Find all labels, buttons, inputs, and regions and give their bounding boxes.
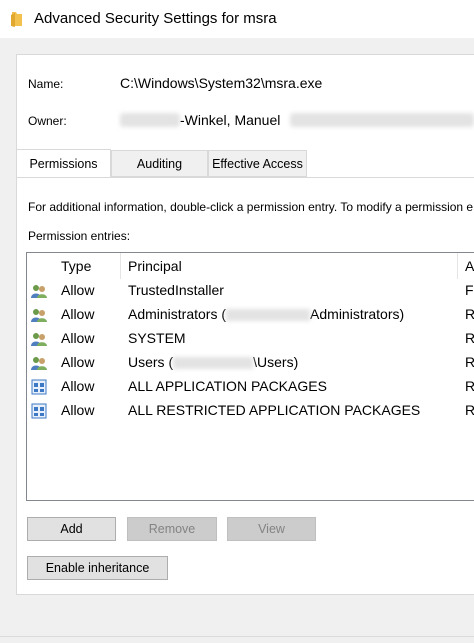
entry-type: Allow — [61, 378, 95, 394]
entry-principal: ALL RESTRICTED APPLICATION PACKAGES — [128, 402, 421, 418]
entry-type: Allow — [61, 306, 95, 322]
table-row[interactable]: Allow ALL RESTRICTED APPLICATION PACKAGE… — [27, 399, 474, 423]
redacted-owner-suffix — [290, 113, 474, 127]
title-bar: Advanced Security Settings for msra — [0, 0, 474, 38]
entry-type: Allow — [61, 282, 95, 298]
add-button[interactable]: Add — [27, 517, 116, 541]
entry-type: Allow — [61, 330, 95, 346]
column-header-type[interactable]: Type — [61, 253, 91, 279]
tab-divider — [16, 177, 474, 178]
permission-entries-label: Permission entries: — [28, 229, 131, 243]
redacted-owner-prefix — [120, 113, 180, 127]
tab-permissions[interactable]: Permissions — [16, 149, 111, 178]
entry-type: Allow — [61, 354, 95, 370]
entry-access: R — [465, 378, 474, 394]
view-button[interactable]: View — [227, 517, 316, 541]
app-packages-icon — [31, 403, 47, 419]
entry-type: Allow — [61, 402, 95, 418]
column-header-principal[interactable]: Principal — [128, 253, 182, 279]
instructions-text: For additional information, double-click… — [28, 200, 474, 214]
entry-principal: TrustedInstaller — [128, 282, 224, 298]
entry-access: R — [465, 354, 474, 370]
table-row[interactable]: Allow Administrators (Administrators) R — [27, 303, 474, 327]
entry-access: R — [465, 402, 474, 418]
window-title: Advanced Security Settings for msra — [34, 10, 277, 27]
column-separator[interactable] — [457, 253, 458, 279]
tab-auditing[interactable]: Auditing — [111, 150, 208, 177]
redacted-domain — [173, 357, 254, 370]
entry-access: R — [465, 306, 474, 322]
name-value: C:\Windows\System32\msra.exe — [120, 75, 323, 91]
redacted-domain — [226, 309, 311, 322]
column-separator[interactable] — [120, 253, 121, 279]
table-row[interactable]: Allow Users (\Users) R — [27, 351, 474, 375]
permission-entries-list[interactable]: Type Principal A Allow TrustedInstaller … — [26, 252, 474, 501]
name-label: Name: — [28, 77, 64, 91]
entry-principal: SYSTEM — [128, 330, 186, 346]
users-icon — [31, 309, 47, 322]
entry-principal: Users (\Users) — [128, 354, 299, 370]
folder-icon — [11, 12, 22, 27]
entry-access: R — [465, 330, 474, 346]
column-header-access[interactable]: A — [465, 253, 474, 279]
entry-principal: ALL APPLICATION PACKAGES — [128, 378, 327, 394]
enable-inheritance-button[interactable]: Enable inheritance — [27, 556, 168, 580]
app-packages-icon — [31, 379, 47, 395]
tab-effective-access[interactable]: Effective Access — [208, 150, 307, 177]
remove-button[interactable]: Remove — [127, 517, 217, 541]
users-icon — [31, 285, 47, 298]
table-row[interactable]: Allow TrustedInstaller Fu — [27, 279, 474, 303]
users-icon — [31, 333, 47, 346]
entry-access: Fu — [465, 282, 474, 298]
entry-principal: Administrators (Administrators) — [128, 306, 405, 322]
table-row[interactable]: Allow SYSTEM R — [27, 327, 474, 351]
owner-label: Owner: — [28, 114, 67, 128]
users-icon — [31, 357, 47, 370]
owner-value: -Winkel, Manuel — [180, 112, 281, 128]
table-row[interactable]: Allow ALL APPLICATION PACKAGES R — [27, 375, 474, 399]
